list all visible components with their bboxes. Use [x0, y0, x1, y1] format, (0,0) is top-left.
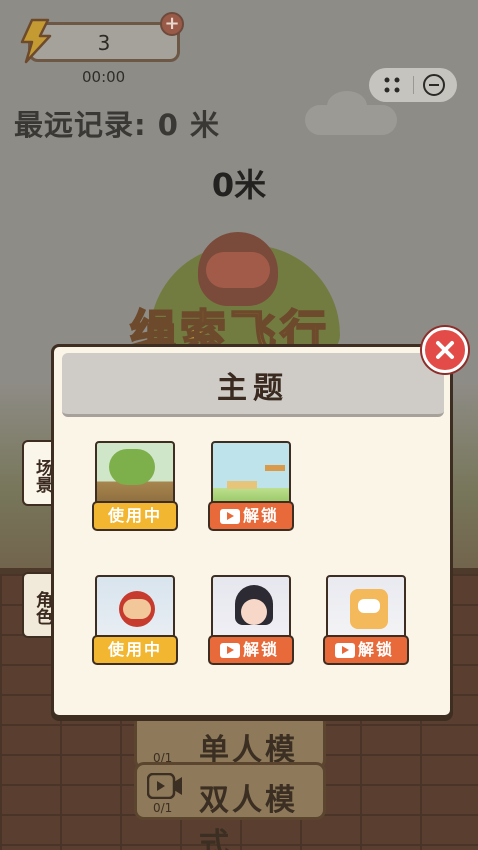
- video-play-icon: [335, 643, 355, 658]
- theme-modal: 主题 使用中 解锁 使用中 解锁 解锁: [51, 344, 453, 718]
- mini-program-capsule: [369, 68, 457, 102]
- role-thumbnail: [95, 575, 175, 643]
- unlock-label: 解锁: [242, 506, 279, 525]
- lightning-bolt-icon: [20, 18, 52, 64]
- modal-title: 主题: [217, 371, 289, 406]
- unlock-button[interactable]: 解锁: [323, 635, 409, 665]
- energy-count: 3: [97, 31, 111, 55]
- two-player-button[interactable]: 双人模式 0/1: [134, 762, 326, 850]
- modal-header: 主题: [62, 353, 444, 417]
- two-player-count: 0/1: [153, 801, 173, 815]
- best-record-label: 最远记录: 0 米: [14, 108, 220, 142]
- in-use-tag: 使用中: [92, 501, 178, 531]
- video-play-icon: [220, 509, 240, 524]
- hero-character: [198, 232, 278, 306]
- unlock-label: 解锁: [242, 640, 279, 659]
- video-play-icon: [220, 643, 240, 658]
- role-thumbnail: [211, 575, 291, 643]
- role-thumbnail: [326, 575, 406, 643]
- cloud-decoration: [305, 91, 397, 135]
- scene-card-1[interactable]: 使用中: [92, 441, 178, 533]
- in-use-tag: 使用中: [92, 635, 178, 665]
- unlock-label: 解锁: [357, 640, 394, 659]
- scene-thumbnail: [95, 441, 175, 509]
- video-icon: [147, 773, 182, 799]
- two-player-label: 双人模式: [199, 783, 298, 850]
- energy-timer: 00:00: [82, 68, 126, 86]
- close-icon: [436, 341, 454, 359]
- role-card-3[interactable]: 解锁: [323, 575, 409, 667]
- scene-thumbnail: [211, 441, 291, 509]
- unlock-button[interactable]: 解锁: [208, 501, 294, 531]
- unlock-button[interactable]: 解锁: [208, 635, 294, 665]
- role-card-1[interactable]: 使用中: [92, 575, 178, 667]
- capsule-divider: [413, 76, 414, 94]
- scene-card-2[interactable]: 解锁: [208, 441, 294, 533]
- exit-mini-program-icon[interactable]: [423, 74, 445, 96]
- add-energy-button[interactable]: +: [160, 12, 184, 36]
- current-distance: 0米: [211, 166, 267, 204]
- more-dots-icon[interactable]: [381, 75, 403, 95]
- close-modal-button[interactable]: [422, 327, 468, 373]
- role-card-2[interactable]: 解锁: [208, 575, 294, 667]
